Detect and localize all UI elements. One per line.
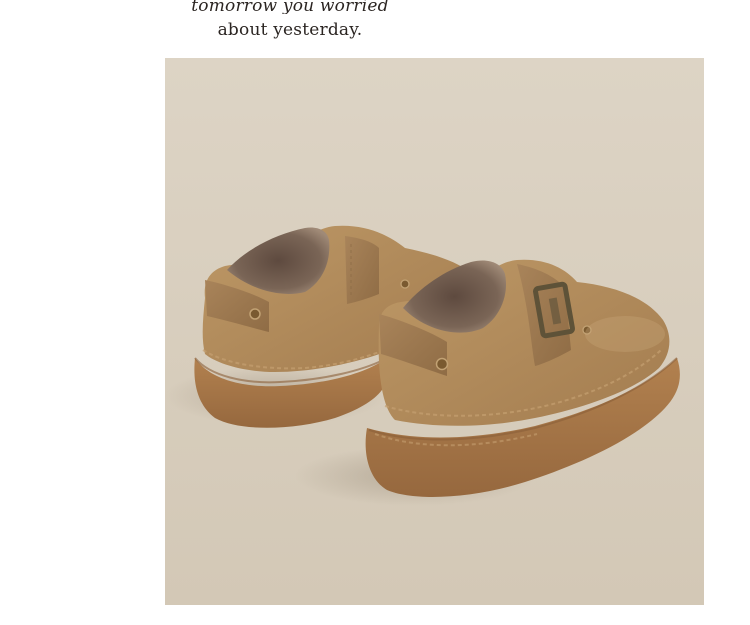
- caption-line-1: tomorrow you worried: [191, 0, 389, 14]
- front-shoe-toe-highlight: [585, 316, 665, 352]
- product-detail-page: tomorrow you worried about yesterday.: [0, 0, 750, 625]
- back-shoe-strap: [345, 236, 379, 304]
- caption-line-2: about yesterday.: [217, 20, 363, 40]
- front-shoe-rivet: [435, 357, 449, 371]
- product-photo: [165, 58, 704, 605]
- back-shoe-strap-rivet: [400, 279, 410, 289]
- shoe-pair-illustration: [165, 58, 704, 605]
- caption-text: tomorrow you worried about yesterday.: [165, 0, 415, 41]
- back-shoe-rivet: [249, 308, 261, 320]
